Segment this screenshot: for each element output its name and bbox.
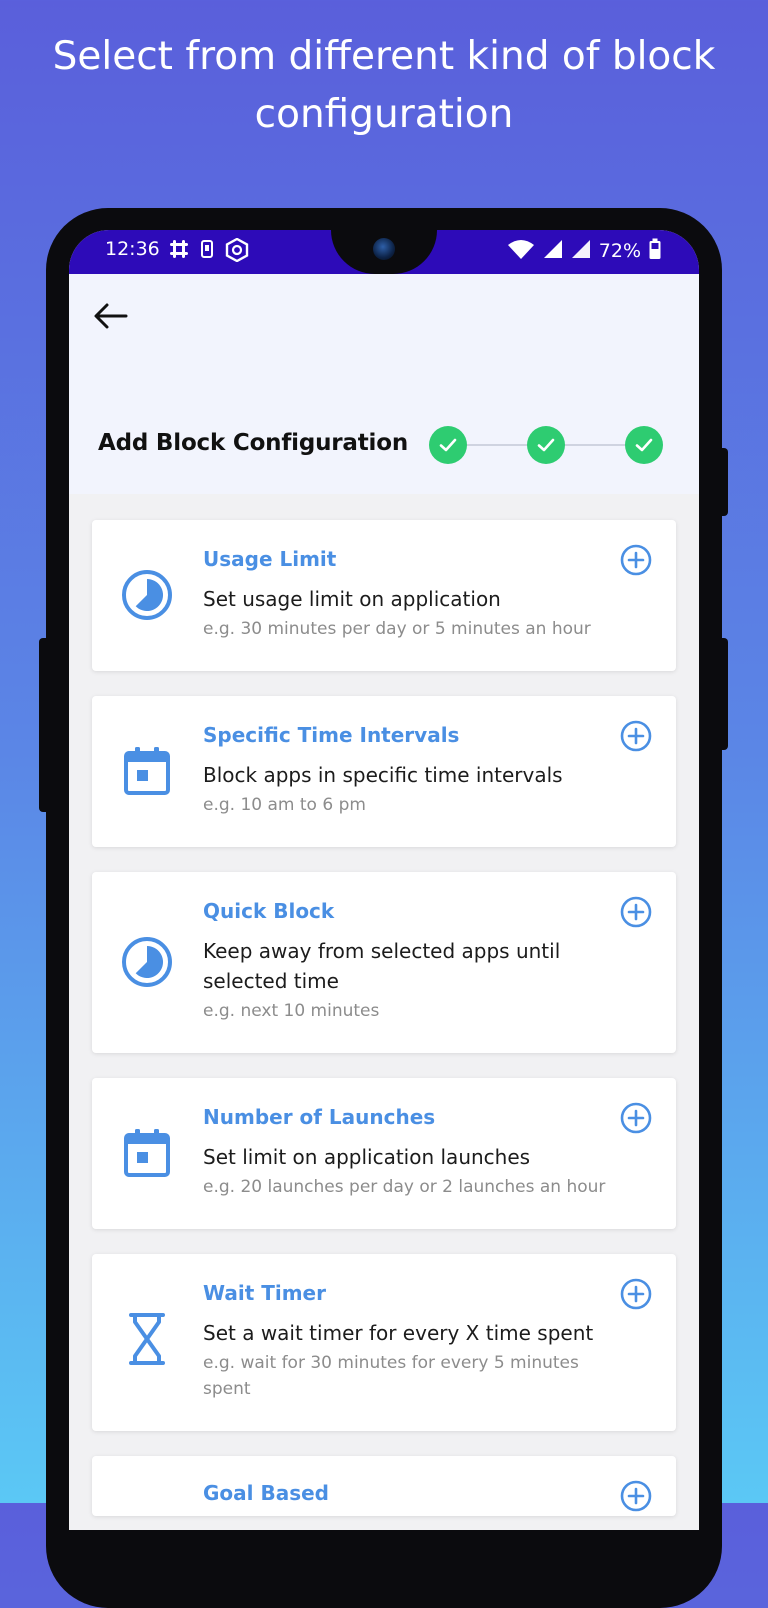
card-title: Goal Based: [203, 1481, 329, 1505]
card-goal-based[interactable]: Goal Based: [92, 1456, 676, 1516]
add-circle-icon[interactable]: [620, 720, 652, 752]
card-quick-block[interactable]: Quick Block Keep away from selected apps…: [92, 872, 676, 1053]
calendar-icon: [120, 1126, 174, 1180]
step-3-complete: [625, 426, 663, 464]
card-example: e.g. wait for 30 minutes for every 5 min…: [203, 1353, 579, 1399]
clock-pie-icon: [120, 568, 174, 622]
card-wait-timer[interactable]: Wait Timer Set a wait timer for every X …: [92, 1254, 676, 1431]
card-title: Specific Time Intervals: [203, 723, 460, 747]
card-description: Block apps in specific time intervals: [203, 763, 563, 787]
step-progress: [429, 426, 663, 464]
add-circle-icon[interactable]: [620, 544, 652, 576]
card-body: Number of Launches Set limit on applicat…: [203, 1102, 606, 1200]
headline-line-2: configuration: [254, 92, 514, 137]
card-body: Wait Timer Set a wait timer for every X …: [203, 1278, 606, 1402]
clock-pie-icon: [120, 935, 174, 989]
card-body: Specific Time Intervals Block apps in sp…: [203, 720, 606, 818]
card-example: e.g. 30 minutes per day or 5 minutes an …: [203, 619, 591, 639]
add-circle-icon[interactable]: [620, 896, 652, 928]
screen-header: Add Block Configuration: [69, 274, 699, 494]
status-icons-left: [169, 237, 249, 266]
check-icon: [635, 438, 653, 452]
hexagon-app-icon: [225, 237, 249, 266]
add-circle-icon[interactable]: [620, 1278, 652, 1310]
card-title: Usage Limit: [203, 547, 337, 571]
phone-outline-icon: [199, 238, 215, 266]
page-title: Add Block Configuration: [98, 430, 408, 456]
check-icon: [439, 438, 457, 452]
battery-percentage: 72%: [598, 240, 641, 262]
signal-icon: [543, 239, 563, 263]
card-number-of-launches[interactable]: Number of Launches Set limit on applicat…: [92, 1078, 676, 1229]
card-body: Usage Limit Set usage limit on applicati…: [203, 544, 606, 642]
step-1-complete: [429, 426, 467, 464]
card-title: Number of Launches: [203, 1105, 436, 1129]
card-description: Set a wait timer for every X time spent: [203, 1321, 594, 1345]
card-body: Goal Based: [203, 1478, 606, 1508]
back-arrow-icon[interactable]: [91, 300, 131, 332]
card-example: e.g. 20 launches per day or 2 launches a…: [203, 1177, 606, 1197]
phone-screen: 12:36 72% Add Block Configuration Usage …: [69, 230, 699, 1530]
card-specific-time-intervals[interactable]: Specific Time Intervals Block apps in sp…: [92, 696, 676, 847]
status-icons-right: 72%: [507, 238, 661, 264]
battery-icon: [649, 238, 661, 264]
card-body: Quick Block Keep away from selected apps…: [203, 896, 606, 1024]
check-icon: [537, 438, 555, 452]
calendar-icon: [120, 744, 174, 798]
add-circle-icon[interactable]: [620, 1480, 652, 1512]
card-title: Quick Block: [203, 899, 335, 923]
status-time: 12:36: [105, 238, 160, 260]
card-description: Keep away from selected apps until selec…: [203, 939, 561, 993]
wifi-icon: [507, 238, 535, 264]
front-camera: [373, 238, 395, 260]
step-connector: [467, 444, 527, 446]
headline: Select from different kind of block conf…: [0, 28, 768, 144]
card-title: Wait Timer: [203, 1281, 326, 1305]
signal-icon: [571, 239, 591, 263]
card-example: e.g. 10 am to 6 pm: [203, 795, 366, 815]
step-connector: [565, 444, 625, 446]
hourglass-icon: [120, 1312, 174, 1366]
step-2-complete: [527, 426, 565, 464]
headline-line-1: Select from different kind of block: [52, 34, 716, 79]
card-description: Set usage limit on application: [203, 587, 501, 611]
slack-icon: [169, 238, 189, 266]
card-usage-limit[interactable]: Usage Limit Set usage limit on applicati…: [92, 520, 676, 671]
block-type-list: Usage Limit Set usage limit on applicati…: [92, 520, 676, 1530]
card-description: Set limit on application launches: [203, 1145, 531, 1169]
card-example: e.g. next 10 minutes: [203, 1001, 380, 1021]
add-circle-icon[interactable]: [620, 1102, 652, 1134]
